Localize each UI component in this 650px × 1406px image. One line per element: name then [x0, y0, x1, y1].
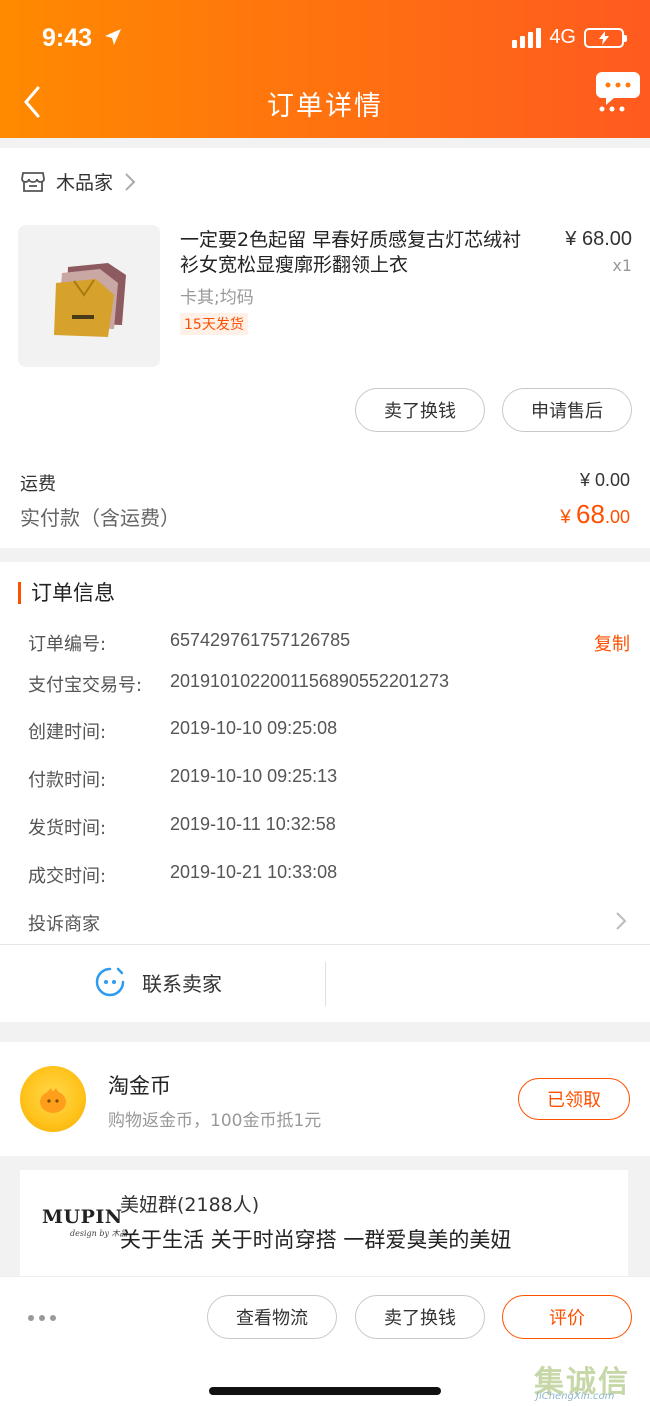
chevron-right-icon — [125, 172, 136, 191]
group-name: 美妞群(2188人) — [120, 1194, 260, 1216]
coin-title: 淘金币 — [108, 1074, 171, 1098]
coin-subtitle: 购物返金币，100金币抵1元 — [108, 1111, 322, 1131]
product-quantity: x1 — [612, 256, 632, 275]
product-title[interactable]: 一定要2色起留 早春好质感复古灯芯绒衬衫女宽松显瘦廓形翻领上衣 — [180, 228, 535, 278]
shop-link[interactable]: 木品家 — [20, 168, 137, 195]
chevron-right-icon — [616, 912, 627, 930]
contact-seller-label: 联系卖家 — [142, 971, 222, 996]
location-arrow-icon — [105, 29, 121, 45]
review-button[interactable]: 评价 — [502, 1295, 632, 1339]
order-number-label: 订单编号: — [28, 634, 107, 655]
alipay-trade-value: 2019101022001156890552201273 — [170, 671, 449, 691]
alipay-trade-label: 支付宝交易号: — [28, 675, 143, 696]
bottom-action-bar: 查看物流 卖了换钱 评价 集诚信 JiChengXin.com — [0, 1276, 650, 1406]
apply-aftersale-button[interactable]: 申请售后 — [502, 388, 632, 432]
paid-amount-value: ¥ 68.00 — [560, 499, 630, 530]
created-time-value: 2019-10-10 09:25:08 — [170, 718, 338, 738]
product-image[interactable] — [18, 225, 160, 367]
status-indicators: 4G — [512, 26, 627, 49]
product-price: ¥ 68.00 — [565, 228, 632, 250]
paid-decimal: .00 — [604, 507, 630, 527]
mupin-logo: MUPIN — [42, 1206, 123, 1228]
product-sku: 卡其;均码 — [180, 288, 254, 308]
completed-time-value: 2019-10-21 10:33:08 — [170, 862, 338, 882]
paid-currency: ¥ — [560, 507, 577, 528]
header: 9:43 4G 订单详情 — [0, 0, 650, 138]
watermark-url: JiChengXin.com — [536, 1391, 615, 1402]
taojinbi-coin-icon — [20, 1066, 86, 1132]
sell-for-cash-button[interactable]: 卖了换钱 — [355, 388, 485, 432]
watermark: 集诚信 JiChengXin.com — [534, 1357, 644, 1403]
contact-seller-button[interactable]: 联系卖家 — [94, 966, 222, 998]
complain-merchant-link[interactable]: 投诉商家 — [28, 910, 100, 936]
page-title: 订单详情 — [267, 91, 383, 122]
paid-time-label: 付款时间: — [28, 770, 107, 791]
claimed-button[interactable]: 已领取 — [518, 1078, 630, 1120]
store-icon — [21, 171, 45, 192]
shipping-fee-value: ¥ 0.00 — [579, 470, 630, 490]
created-time-label: 创建时间: — [28, 722, 107, 743]
paid-amount-label: 实付款（含运费） — [20, 506, 180, 530]
shipped-time-label: 发货时间: — [28, 818, 107, 839]
copy-button[interactable]: 复制 — [594, 630, 630, 656]
mupin-logo-sub: design by 木品 — [70, 1229, 128, 1238]
sell-for-cash-button[interactable]: 卖了换钱 — [355, 1295, 485, 1339]
completed-time-label: 成交时间: — [28, 866, 107, 887]
order-info-title: 订单信息 — [18, 582, 115, 604]
paid-integer: 68 — [576, 499, 605, 529]
status-time: 9:43 — [42, 24, 93, 52]
group-description: 关于生活 关于时尚穿搭 一群爱臭美的美妞 — [120, 1228, 512, 1252]
shop-name: 木品家 — [56, 172, 114, 194]
customer-service-icon — [95, 967, 125, 997]
view-logistics-button[interactable]: 查看物流 — [207, 1295, 337, 1339]
shipping-fee-label: 运费 — [20, 474, 56, 495]
divider — [325, 962, 326, 1006]
paid-time-value: 2019-10-10 09:25:13 — [170, 766, 338, 786]
home-indicator[interactable] — [209, 1387, 441, 1395]
signal-icon — [512, 27, 542, 48]
ship-time-badge: 15天发货 — [180, 313, 248, 335]
group-card[interactable]: MUPIN design by 木品 美妞群(2188人) 关于生活 关于时尚穿… — [20, 1170, 628, 1280]
shipped-time-value: 2019-10-11 10:32:58 — [170, 814, 336, 834]
order-number-value: 657429761757126785 — [170, 630, 351, 650]
more-icon[interactable] — [28, 1315, 56, 1321]
divider — [0, 944, 650, 945]
network-type: 4G — [549, 26, 576, 48]
battery-icon — [584, 27, 627, 48]
message-icon[interactable] — [596, 68, 640, 112]
